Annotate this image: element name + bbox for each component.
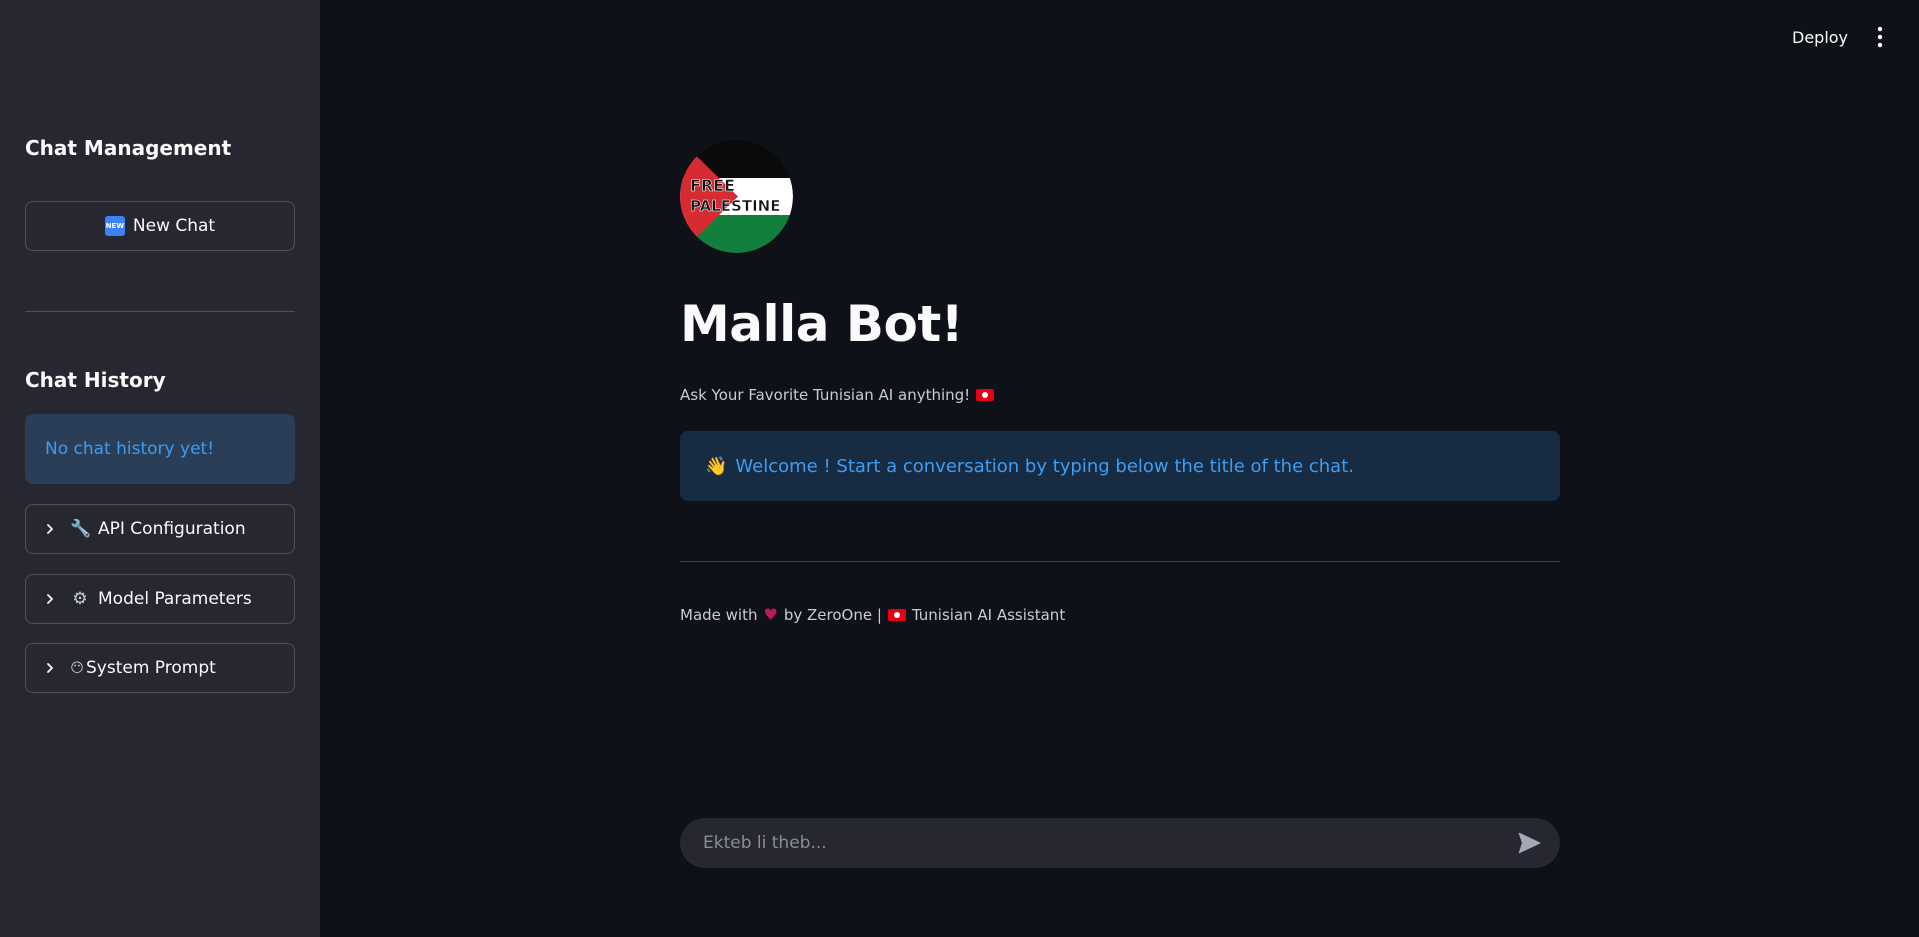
heart-icon: ♥ [763, 605, 778, 624]
expander-model-parameters[interactable]: ⚙ Model Parameters [25, 574, 295, 624]
chat-input-container [680, 818, 1560, 868]
expander-api-configuration[interactable]: 🔧 API Configuration [25, 504, 295, 554]
chat-input[interactable] [701, 832, 1516, 854]
chevron-right-icon [47, 663, 53, 673]
send-icon[interactable] [1516, 830, 1542, 856]
logo: FREE PALESTINE [680, 140, 793, 253]
welcome-text: Welcome ! Start a conversation by typing… [735, 455, 1354, 477]
palestine-flag-logo: FREE PALESTINE [680, 140, 793, 253]
sidebar: Chat Management NEW New Chat Chat Histor… [0, 0, 320, 937]
footer-by: by ZeroOne | [783, 605, 882, 624]
gear-icon: ⚙ [72, 589, 88, 609]
wrench-icon: 🔧 [70, 519, 92, 539]
chat-history-empty-text: No chat history yet! [45, 439, 215, 459]
subtitle-text: Ask Your Favorite Tunisian AI anything! [680, 386, 971, 404]
chat-history-heading: Chat History [25, 368, 166, 392]
face-icon: 😶 [70, 660, 84, 676]
expander-label: Model Parameters [98, 589, 252, 609]
kebab-menu-icon[interactable] [1870, 24, 1890, 50]
expander-label: System Prompt [86, 658, 216, 678]
tunisia-flag-icon [976, 389, 995, 401]
main-divider [680, 561, 1560, 562]
expander-system-prompt[interactable]: 😶 System Prompt [25, 643, 295, 693]
subtitle: Ask Your Favorite Tunisian AI anything! [680, 386, 995, 404]
waving-hand-icon: 👋 [705, 455, 728, 477]
logo-text-palestine: PALESTINE [690, 197, 780, 215]
expander-label: API Configuration [98, 519, 246, 539]
chat-history-empty-info: No chat history yet! [25, 414, 295, 484]
footer: Made with ♥ by ZeroOne | Tunisian AI Ass… [680, 605, 1065, 624]
footer-prefix: Made with [680, 605, 758, 624]
chevron-right-icon [47, 524, 53, 534]
deploy-button[interactable]: Deploy [1782, 24, 1858, 51]
sidebar-divider [25, 311, 295, 312]
new-icon: NEW [104, 216, 125, 236]
welcome-info-box: 👋 Welcome ! Start a conversation by typi… [680, 431, 1560, 501]
new-chat-label: New Chat [132, 216, 216, 236]
tunisia-flag-icon [887, 608, 906, 621]
new-chat-button[interactable]: NEW New Chat [25, 201, 295, 251]
page-title: Malla Bot! [680, 295, 964, 353]
logo-text-free: FREE [690, 176, 735, 195]
footer-suffix: Tunisian AI Assistant [911, 605, 1066, 624]
chevron-right-icon [47, 594, 53, 604]
chat-management-heading: Chat Management [25, 136, 232, 160]
